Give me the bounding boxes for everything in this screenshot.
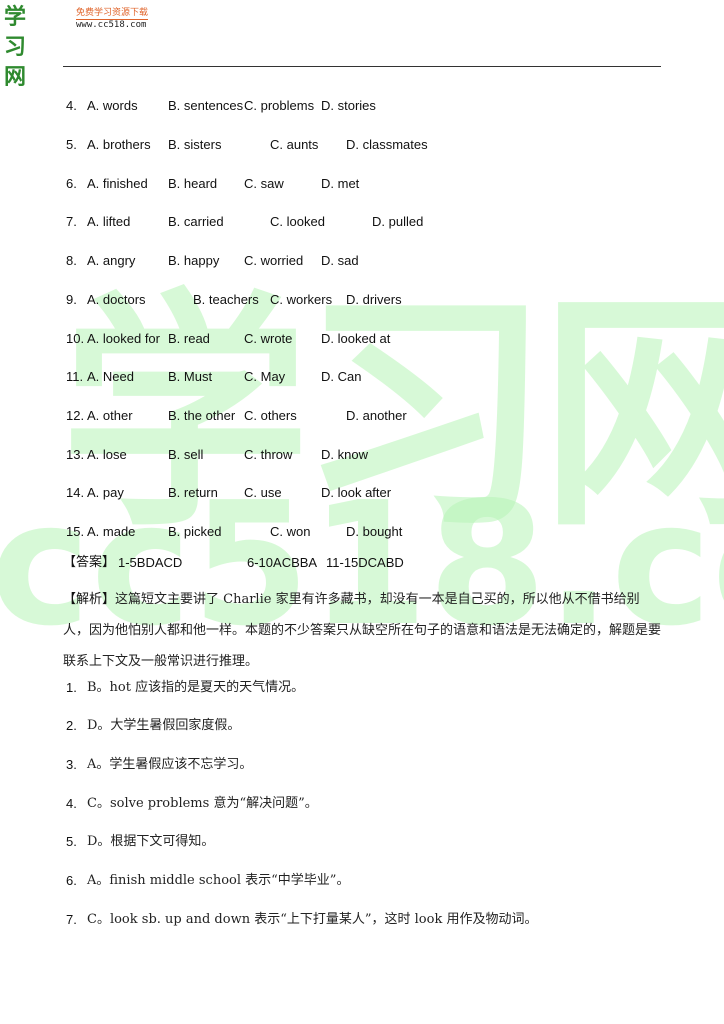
option-d: D. another <box>346 408 407 423</box>
option-c: C. wrote <box>244 331 293 346</box>
option-d: D. stories <box>321 98 376 113</box>
logo-tagline: 免费学习资源下载 <box>76 8 149 20</box>
option-a: A. other <box>87 408 133 423</box>
option-c: C. looked <box>270 214 325 229</box>
option-b: B. return <box>168 485 218 500</box>
question-number: 13. <box>66 447 85 462</box>
option-a: A. looked for <box>87 331 160 346</box>
answer-group: 11-15DCABD <box>326 555 404 570</box>
option-c: C. throw <box>244 447 293 462</box>
answer-group: 1-5BDACD <box>118 555 183 570</box>
explanation-text: C。solve problems 意为“解决问题”。 <box>87 796 318 811</box>
option-c: C. aunts <box>270 137 319 152</box>
option-a: A. lose <box>87 447 127 462</box>
option-b: B. happy <box>168 253 220 268</box>
option-b: B. Must <box>168 369 213 384</box>
option-d: D. met <box>321 176 360 191</box>
question-number: 5. <box>66 137 77 152</box>
option-a: A. pay <box>87 485 124 500</box>
option-b: B. heard <box>168 176 218 191</box>
question-number: 6. <box>66 176 77 191</box>
explanation-number: 6. <box>66 873 77 888</box>
explanation-text: A。学生暑假应该不忘学习。 <box>87 757 253 772</box>
explanation-number: 4. <box>66 796 77 811</box>
option-d: D. looked at <box>321 331 391 346</box>
explanation-number: 3. <box>66 757 77 772</box>
option-d: D. know <box>321 447 368 462</box>
question-number: 4. <box>66 98 77 113</box>
question-number: 9. <box>66 292 77 307</box>
option-c: C. worried <box>244 253 304 268</box>
option-c: C. workers <box>270 292 333 307</box>
answer-group: 6-10ACBBA <box>247 555 318 570</box>
option-d: D. drivers <box>346 292 402 307</box>
logo-mark: 学习网 <box>4 5 26 90</box>
option-c: C. May <box>244 369 286 384</box>
question-number: 8. <box>66 253 77 268</box>
option-c: C. won <box>270 524 311 539</box>
option-b: B. sell <box>168 447 204 462</box>
option-a: A. brothers <box>87 137 151 152</box>
option-d: D. sad <box>321 253 359 268</box>
explanation-text: D。大学生暑假回家度假。 <box>87 718 241 733</box>
option-b: B. teachers <box>193 292 259 307</box>
option-c: C. saw <box>244 176 284 191</box>
explanation-number: 2. <box>66 718 77 733</box>
option-d: D. look after <box>321 485 392 500</box>
question-number: 10. <box>66 331 85 346</box>
option-b: B. the other <box>168 408 236 423</box>
answer-label: 【答案】 <box>63 555 116 570</box>
explanation-text: A。finish middle school 表示“中学毕业”。 <box>87 873 350 888</box>
explanation-text: C。look sb. up and down 表示“上下打量某人”，这时 loo… <box>87 912 538 927</box>
analysis-label: 【解析】 <box>63 592 116 607</box>
header-divider <box>63 66 661 67</box>
explanation-text: D。根据下文可得知。 <box>87 834 215 849</box>
question-number: 11. <box>66 369 84 384</box>
option-a: A. finished <box>87 176 148 191</box>
option-c: C. problems <box>244 98 315 113</box>
option-a: A. lifted <box>87 214 131 229</box>
option-b: B. sisters <box>168 137 222 152</box>
option-c: C. others <box>244 408 297 423</box>
option-b: B. read <box>168 331 210 346</box>
option-a: A. made <box>87 524 136 539</box>
option-b: B. carried <box>168 214 224 229</box>
option-b: B. picked <box>168 524 222 539</box>
question-number: 12. <box>66 408 85 423</box>
explanation-number: 5. <box>66 834 77 849</box>
option-d: D. classmates <box>346 137 428 152</box>
option-d: D. Can <box>321 369 362 384</box>
logo-url: www.cc518.com <box>76 20 147 30</box>
option-c: C. use <box>244 485 282 500</box>
option-d: D. bought <box>346 524 403 539</box>
question-number: 14. <box>66 485 85 500</box>
option-a: A. Need <box>87 369 134 384</box>
analysis-text: 这篇短文主要讲了 Charlie 家里有许多藏书，却没有一本是自己买的，所以他从… <box>63 592 662 669</box>
option-a: A. doctors <box>87 292 146 307</box>
question-number: 7. <box>66 214 77 229</box>
explanation-number: 7. <box>66 912 77 927</box>
option-a: A. angry <box>87 253 136 268</box>
question-number: 15. <box>66 524 85 539</box>
option-b: B. sentences <box>168 98 244 113</box>
option-d: D. pulled <box>372 214 424 229</box>
analysis-paragraph: 【解析】这篇短文主要讲了 Charlie 家里有许多藏书，却没有一本是自己买的，… <box>63 584 663 677</box>
option-a: A. words <box>87 98 138 113</box>
explanation-number: 1. <box>66 680 77 695</box>
explanation-text: B。hot 应该指的是夏天的天气情况。 <box>87 680 305 695</box>
